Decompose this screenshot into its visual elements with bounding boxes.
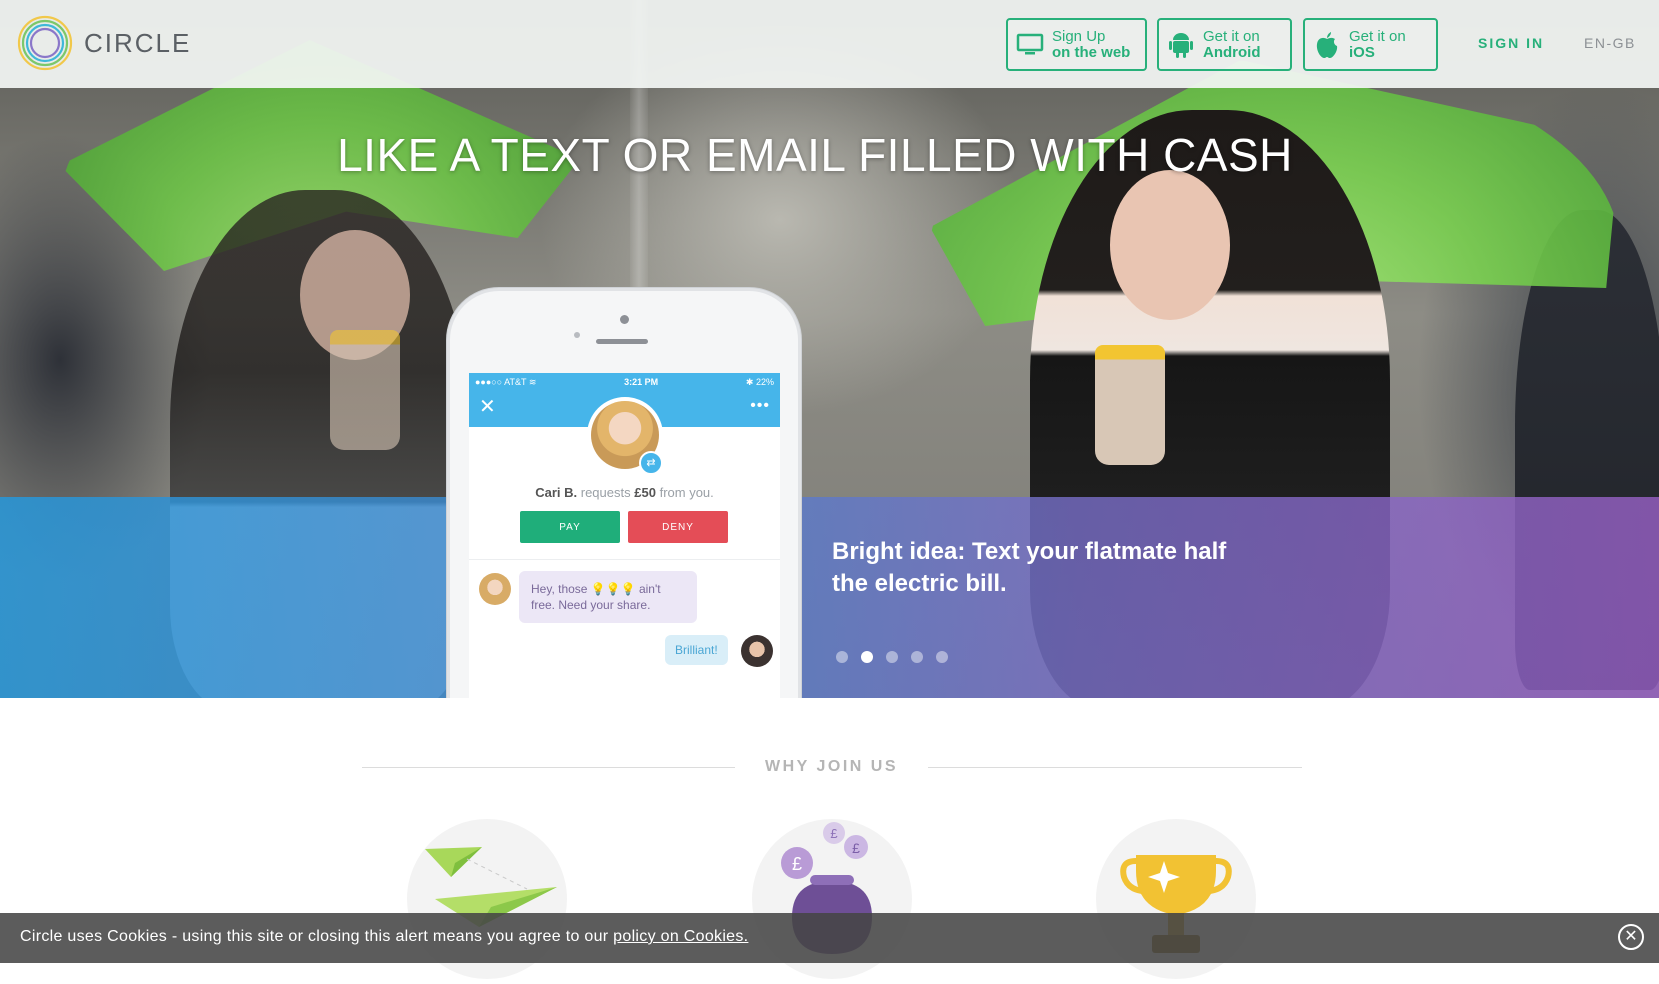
circle-logo-icon (17, 15, 73, 71)
carousel-dot-2[interactable] (861, 651, 873, 663)
cookie-text: Circle uses Cookies - using this site or… (20, 928, 609, 945)
deny-button[interactable]: DENY (628, 511, 728, 543)
close-icon[interactable]: ✕ (479, 397, 496, 417)
phone-camera (620, 315, 629, 324)
sign-in-link[interactable]: SIGN IN (1478, 35, 1544, 51)
woman-face (1110, 170, 1230, 320)
user-avatar (741, 635, 773, 667)
cta-web-line1: Sign Up (1052, 27, 1106, 45)
more-options-icon[interactable]: ••• (750, 397, 770, 415)
hero-headline: LIKE A TEXT OR EMAIL FILLED WITH CASH (337, 129, 1293, 181)
monitor-icon (1008, 33, 1052, 57)
svg-text:£: £ (830, 826, 838, 841)
reply-bubble: Brilliant! (665, 635, 728, 665)
android-download-button[interactable]: Get it on Android (1157, 18, 1292, 71)
request-line: Cari B. requests £50 from you. (469, 485, 780, 500)
carousel-dot-4[interactable] (911, 651, 923, 663)
request-amount: £50 (634, 485, 656, 500)
requester-name: Cari B. (535, 485, 578, 500)
top-navigation: CIRCLE Sign Up on the web Get it on Andr… (0, 0, 1659, 88)
brand-name: CIRCLE (84, 27, 192, 58)
carousel-dot-1[interactable] (836, 651, 848, 663)
request-verb: requests (580, 485, 631, 500)
carousel-dot-3[interactable] (886, 651, 898, 663)
cookie-message: Circle uses Cookies - using this site or… (20, 928, 748, 946)
request-suffix: from you. (659, 485, 714, 500)
coffee-cup (1095, 345, 1165, 465)
exchange-icon: ⇄ (639, 451, 663, 475)
status-carrier: ●●●○○ AT&T ≋ (475, 376, 537, 387)
ios-download-button[interactable]: Get it on iOS (1303, 18, 1438, 71)
phone-sensor (574, 332, 580, 338)
carousel-dots (836, 651, 948, 663)
pay-button[interactable]: PAY (520, 511, 620, 543)
language-selector[interactable]: EN-GB (1584, 35, 1636, 51)
phone-mockup: ●●●○○ AT&T ≋ 3:21 PM ✱ 22% ✕ ••• ⇄ Cari … (447, 288, 801, 698)
cta-ios-line2: iOS (1349, 43, 1375, 61)
message-bubble: Hey, those 💡💡💡 ain't free. Need your sha… (519, 571, 697, 623)
close-icon[interactable]: ✕ (1618, 924, 1644, 950)
status-bar: ●●●○○ AT&T ≋ 3:21 PM ✱ 22% (469, 373, 780, 391)
requester-avatar: ⇄ (591, 401, 663, 475)
sign-up-web-button[interactable]: Sign Up on the web (1006, 18, 1147, 71)
divider (469, 559, 780, 560)
hero: LIKE A TEXT OR EMAIL FILLED WITH CASH Br… (0, 0, 1659, 698)
cta-android-line2: Android (1203, 43, 1261, 61)
android-icon (1159, 31, 1203, 59)
cookie-banner: Circle uses Cookies - using this site or… (0, 913, 1659, 963)
circle-logo[interactable]: CIRCLE (16, 14, 191, 72)
cta-android-line1: Get it on (1203, 27, 1260, 45)
slide-caption: Bright idea: Text your flatmate half the… (832, 538, 1227, 597)
divider-left (362, 767, 735, 768)
phone-speaker (596, 339, 648, 344)
status-battery: ✱ 22% (745, 376, 774, 387)
carousel-dot-5[interactable] (936, 651, 948, 663)
svg-text:£: £ (792, 854, 802, 874)
cta-ios-line1: Get it on (1349, 27, 1406, 45)
cookie-policy-link[interactable]: policy on Cookies. (613, 928, 748, 945)
status-time: 3:21 PM (624, 377, 659, 387)
cta-web-line2: on the web (1052, 43, 1131, 61)
divider-right (928, 767, 1302, 768)
section-title: WHY JOIN US (765, 758, 898, 775)
apple-icon (1305, 31, 1349, 59)
slide-band (0, 497, 1659, 698)
svg-text:£: £ (852, 840, 860, 856)
sender-avatar (479, 573, 511, 605)
coffee-cup-reflection (330, 330, 400, 450)
phone-screen: ●●●○○ AT&T ≋ 3:21 PM ✱ 22% ✕ ••• ⇄ Cari … (469, 373, 780, 698)
